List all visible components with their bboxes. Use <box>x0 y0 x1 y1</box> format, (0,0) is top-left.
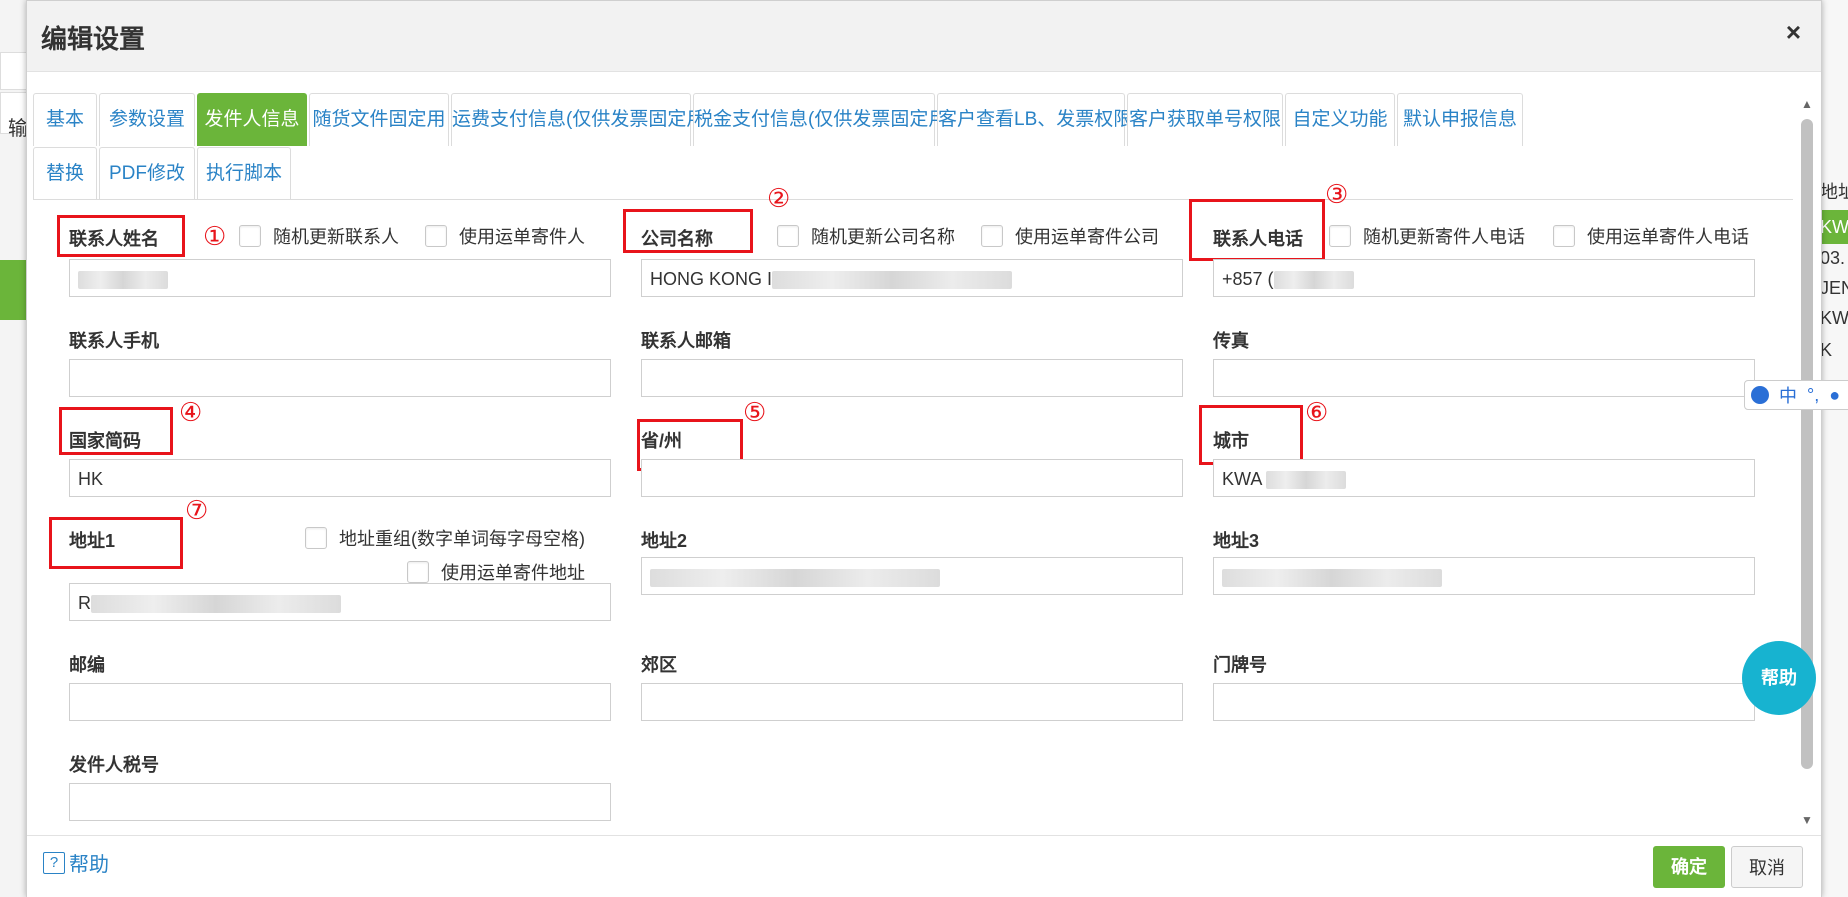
ime-logo-icon <box>1751 386 1769 404</box>
ime-mode[interactable]: 中 <box>1779 382 1797 408</box>
state-input[interactable] <box>641 459 1183 497</box>
suburb-label: 郊区 <box>641 655 677 675</box>
checkbox-box[interactable] <box>981 225 1003 247</box>
edit-settings-dialog: 编辑设置 × 基本 参数设置 发件人信息 随货文件固定用 运费支付信息(仅供发票… <box>26 0 1822 897</box>
background-input <box>0 52 28 90</box>
help-icon: ? <box>43 851 65 874</box>
company-name-input[interactable]: HONG KONG I <box>641 259 1183 297</box>
use-waybill-sender-checkbox[interactable]: 使用运单寄件人 <box>425 223 585 249</box>
tab-params[interactable]: 参数设置 <box>99 93 195 146</box>
help-link[interactable]: ? 帮助 <box>43 848 109 877</box>
address2-input[interactable] <box>641 557 1183 595</box>
microphone-icon[interactable]: ● <box>1829 385 1840 406</box>
random-company-checkbox[interactable]: 随机更新公司名称 <box>777 223 955 249</box>
close-icon[interactable]: × <box>1786 17 1801 48</box>
dialog-titlebar: 编辑设置 × <box>27 1 1821 72</box>
annotation-box-2 <box>623 209 753 253</box>
background-text: 地址 <box>1820 182 1848 202</box>
checkbox-box[interactable] <box>425 225 447 247</box>
tab-customer-lb[interactable]: 客户查看LB、发票权限 <box>937 93 1132 146</box>
annotation-number-3: ③ <box>1325 179 1349 209</box>
checkbox-box[interactable] <box>407 561 429 583</box>
use-waybill-address-checkbox[interactable]: 使用运单寄件地址 <box>407 559 585 585</box>
dialog-footer: ? 帮助 确定 取消 <box>27 835 1821 897</box>
house-number-input[interactable] <box>1213 683 1755 721</box>
checkbox-box[interactable] <box>777 225 799 247</box>
postcode-input[interactable] <box>69 683 611 721</box>
tab-tax-payment[interactable]: 税金支付信息(仅供发票固定用) <box>693 93 954 146</box>
suburb-input[interactable] <box>641 683 1183 721</box>
tab-default-declaration[interactable]: 默认申报信息 <box>1397 93 1523 146</box>
background-text: 03. <box>1820 248 1846 268</box>
address3-input[interactable] <box>1213 557 1755 595</box>
use-waybill-company-checkbox[interactable]: 使用运单寄件公司 <box>981 223 1159 249</box>
annotation-number-4: ④ <box>179 397 203 427</box>
background-page-left: 输 <box>0 0 28 897</box>
tab-replace[interactable]: 替换 <box>33 147 97 200</box>
email-label: 联系人邮箱 <box>641 331 731 351</box>
country-code-input[interactable]: HK <box>69 459 611 497</box>
address1-input[interactable]: R <box>69 583 611 621</box>
annotation-box-6 <box>1199 405 1303 465</box>
checkbox-box[interactable] <box>305 527 327 549</box>
background-page-right: 地址 KW 03. JEN KW K <box>1819 0 1848 897</box>
tab-sender-info[interactable]: 发件人信息 <box>197 93 307 146</box>
email-input[interactable] <box>641 359 1183 397</box>
tab-custom-function[interactable]: 自定义功能 <box>1285 93 1395 146</box>
annotation-box-4 <box>59 407 173 455</box>
scroll-up-icon[interactable]: ▲ <box>1801 97 1813 111</box>
tab-basic[interactable]: 基本 <box>33 93 97 146</box>
address3-label: 地址3 <box>1213 531 1260 551</box>
annotation-box-7 <box>49 517 183 569</box>
use-waybill-phone-checkbox[interactable]: 使用运单寄件人电话 <box>1553 223 1749 249</box>
annotation-number-7: ⑦ <box>185 495 209 525</box>
scroll-down-icon[interactable]: ▼ <box>1801 813 1813 827</box>
tab-customer-tracking[interactable]: 客户获取单号权限 <box>1127 93 1283 146</box>
sender-tax-no-input[interactable] <box>69 783 611 821</box>
cancel-button[interactable]: 取消 <box>1731 846 1803 888</box>
mobile-label: 联系人手机 <box>69 331 159 351</box>
background-text: KW <box>1820 210 1848 244</box>
house-number-label: 门牌号 <box>1213 655 1267 675</box>
help-floating-button[interactable]: 帮助 <box>1742 641 1816 715</box>
annotation-number-2: ② <box>767 183 791 213</box>
confirm-button[interactable]: 确定 <box>1653 846 1725 888</box>
address2-label: 地址2 <box>641 531 688 551</box>
dialog-title: 编辑设置 <box>41 24 146 54</box>
address-restructure-checkbox[interactable]: 地址重组(数字单词每字母空格) <box>305 525 585 551</box>
contact-phone-input[interactable]: +857 ( <box>1213 259 1755 297</box>
background-text: 输 <box>8 118 28 140</box>
tab-divider <box>33 199 1793 200</box>
contact-name-input[interactable] <box>69 259 611 297</box>
fax-input[interactable] <box>1213 359 1755 397</box>
tab-script[interactable]: 执行脚本 <box>197 147 291 200</box>
ime-punct[interactable]: °, <box>1807 385 1819 406</box>
background-text: JEN <box>1820 278 1848 298</box>
ime-toolbar[interactable]: 中 °, ● <box>1744 380 1848 410</box>
annotation-box-3 <box>1189 199 1325 261</box>
annotation-number-6: ⑥ <box>1305 397 1329 427</box>
city-input[interactable]: KWA <box>1213 459 1755 497</box>
annotation-number-5: ⑤ <box>743 397 767 427</box>
checkbox-box[interactable] <box>239 225 261 247</box>
annotation-box-1 <box>57 215 185 257</box>
mobile-input[interactable] <box>69 359 611 397</box>
annotation-number-1: ① <box>203 221 227 251</box>
background-text: KW <box>1820 308 1848 328</box>
checkbox-box[interactable] <box>1329 225 1351 247</box>
scrollbar[interactable]: ▲ ▼ <box>1801 97 1813 827</box>
random-phone-checkbox[interactable]: 随机更新寄件人电话 <box>1329 223 1525 249</box>
random-contact-checkbox[interactable]: 随机更新联系人 <box>239 223 399 249</box>
background-green-row <box>0 260 26 320</box>
fax-label: 传真 <box>1213 331 1249 351</box>
tab-freight-payment[interactable]: 运费支付信息(仅供发票固定用) <box>451 93 712 146</box>
tab-docs[interactable]: 随货文件固定用 <box>309 93 449 146</box>
sender-tax-no-label: 发件人税号 <box>69 755 159 775</box>
tab-pdf-edit[interactable]: PDF修改 <box>99 147 195 200</box>
checkbox-box[interactable] <box>1553 225 1575 247</box>
postcode-label: 邮编 <box>69 655 105 675</box>
